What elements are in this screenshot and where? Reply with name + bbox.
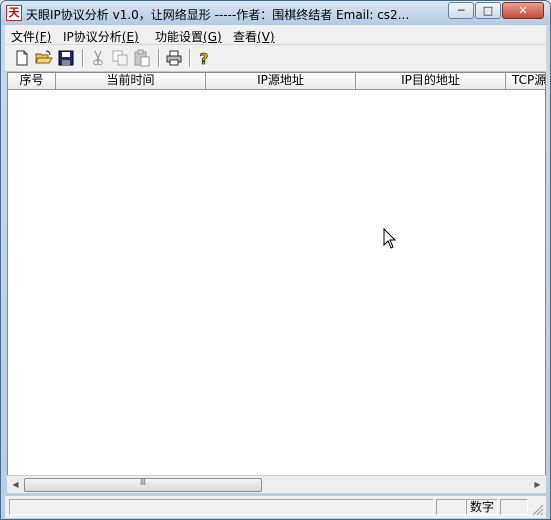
close-button[interactable]: ✕ <box>502 2 544 19</box>
minimize-button[interactable]: ─ <box>448 2 474 19</box>
column-header-src-ip[interactable]: IP源地址 <box>206 73 356 89</box>
menu-file[interactable]: 文件(F) <box>11 28 51 45</box>
copy-icon[interactable] <box>111 49 129 67</box>
svg-text:?: ? <box>200 50 209 67</box>
status-pane-extra <box>500 499 528 515</box>
scroll-left-arrow[interactable]: ◀ <box>7 476 24 493</box>
main-window: 天 天眼IP协议分析 v1.0，让网络显形 -----作者：围棋终结者 Emai… <box>0 0 551 520</box>
scrollbar-grip: Ⅲ <box>139 478 147 488</box>
cut-icon[interactable] <box>89 49 107 67</box>
maximize-button[interactable]: □ <box>475 2 501 19</box>
close-icon: ✕ <box>518 4 528 17</box>
scroll-right-arrow[interactable]: ▶ <box>529 476 546 493</box>
window-title: 天眼IP协议分析 v1.0，让网络显形 -----作者：围棋终结者 Email:… <box>26 8 410 22</box>
toolbar-separator <box>82 49 84 67</box>
resize-grip-icon[interactable] <box>532 504 544 516</box>
status-num-indicator: 数字 <box>466 499 498 515</box>
column-header-tcp-src[interactable]: TCP源 <box>506 73 545 89</box>
packet-list[interactable]: 序号 当前时间 IP源地址 IP目的地址 TCP源 <box>7 72 546 492</box>
status-bar: 数字 <box>5 496 546 518</box>
toolbar-separator <box>189 49 191 67</box>
status-pane-empty <box>436 499 466 515</box>
toolbar-separator <box>158 49 160 67</box>
new-file-icon[interactable] <box>13 49 31 67</box>
mouse-pointer-icon <box>383 228 397 249</box>
status-pane-main <box>9 499 434 515</box>
horizontal-scrollbar[interactable]: ◀ Ⅲ ▶ <box>7 475 546 493</box>
scrollbar-thumb[interactable]: Ⅲ <box>24 478 262 492</box>
toolbar: ? <box>5 45 546 72</box>
minimize-icon: ─ <box>457 4 465 17</box>
column-header-dst-ip[interactable]: IP目的地址 <box>356 73 506 89</box>
title-bar[interactable]: 天 天眼IP协议分析 v1.0，让网络显形 -----作者：围棋终结者 Emai… <box>1 1 550 25</box>
column-header-index[interactable]: 序号 <box>8 73 56 89</box>
paste-icon[interactable] <box>133 49 151 67</box>
menu-bar: 文件(F) IP协议分析(E) 功能设置(G) 查看(V) <box>5 25 546 45</box>
column-header-time[interactable]: 当前时间 <box>56 73 206 89</box>
print-icon[interactable] <box>165 49 183 67</box>
menu-ip-analysis[interactable]: IP协议分析(E) <box>63 28 139 45</box>
open-folder-icon[interactable] <box>35 49 53 67</box>
maximize-icon: □ <box>482 4 494 17</box>
save-icon[interactable] <box>57 49 75 67</box>
app-icon[interactable]: 天 <box>6 5 22 21</box>
list-header: 序号 当前时间 IP源地址 IP目的地址 TCP源 <box>8 73 545 90</box>
help-icon[interactable]: ? <box>195 49 213 69</box>
menu-settings[interactable]: 功能设置(G) <box>155 28 222 45</box>
menu-view[interactable]: 查看(V) <box>233 28 275 45</box>
